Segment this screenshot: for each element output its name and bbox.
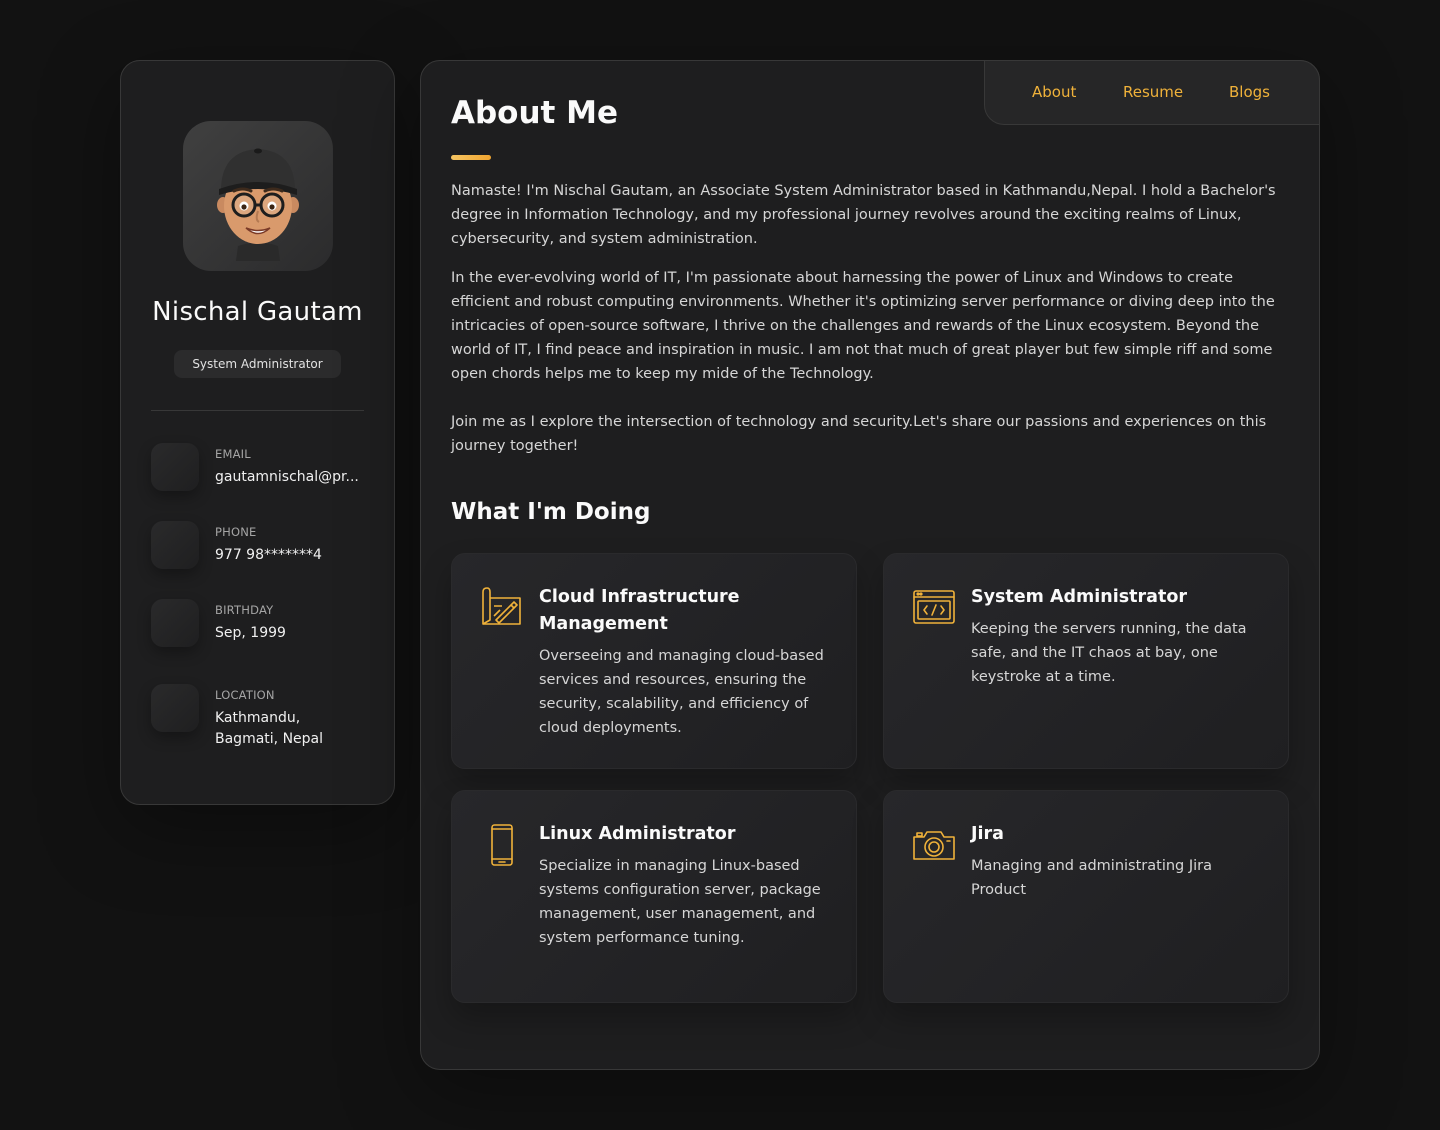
- sidebar-separator: [151, 410, 364, 411]
- service-title: Linux Administrator: [539, 824, 736, 844]
- email-link[interactable]: gautamnischal@pr...: [215, 467, 366, 488]
- main-content: About Resume Blogs About Me Namaste! I'm…: [420, 60, 1320, 1070]
- title-underline: [451, 155, 491, 160]
- mobile-phone-icon: [491, 824, 513, 866]
- location-value: Kathmandu, Bagmati, Nepal: [215, 710, 324, 747]
- page-title: About Me: [451, 95, 619, 131]
- location-icon: [151, 684, 199, 732]
- service-title: System Administrator: [971, 587, 1187, 607]
- calendar-icon: [151, 599, 199, 647]
- profile-name: Nischal Gautam: [152, 297, 363, 327]
- service-card-jira: Jira Managing and administrating Jira Pr…: [883, 790, 1289, 1003]
- service-card-linux: Linux Administrator Specialize in managi…: [451, 790, 857, 1003]
- about-paragraph-1: Namaste! I'm Nischal Gautam, an Associat…: [451, 183, 1276, 247]
- navbar: About Resume Blogs: [984, 60, 1320, 125]
- birthday-value: Sep, 1999: [215, 625, 286, 641]
- service-description: Keeping the servers running, the data sa…: [971, 621, 1247, 685]
- service-card-cloud: Cloud Infrastructure Management Overseei…: [451, 553, 857, 769]
- about-paragraph-2: In the ever-evolving world of IT, I'm pa…: [451, 270, 1275, 382]
- service-description: Specialize in managing Linux-based syste…: [539, 858, 821, 946]
- contact-label: EMAIL: [215, 447, 251, 461]
- service-description: Managing and administrating Jira Product: [971, 858, 1213, 898]
- service-title: Cloud Infrastructure Management: [539, 587, 740, 634]
- contact-label: BIRTHDAY: [215, 603, 274, 617]
- service-description: Overseeing and managing cloud-based serv…: [539, 648, 824, 736]
- camera-icon: [913, 831, 955, 860]
- mail-icon: [151, 443, 199, 491]
- code-window-icon: [913, 590, 955, 624]
- avatar: [183, 121, 333, 271]
- nav-blogs[interactable]: Blogs: [1229, 61, 1270, 124]
- phone-link[interactable]: 977 98*******4: [215, 545, 366, 566]
- contact-label: PHONE: [215, 525, 257, 539]
- about-paragraph-3: Join me as I explore the intersection of…: [451, 414, 1267, 454]
- service-title: Jira: [971, 824, 1004, 844]
- phone-icon: [151, 521, 199, 569]
- nav-about[interactable]: About: [1032, 61, 1076, 124]
- memoji-avatar-icon: [217, 148, 299, 261]
- profile-sidebar: Nischal Gautam System Administrator EMAI…: [120, 60, 395, 805]
- design-drawing-icon: [482, 587, 521, 625]
- section-title: What I'm Doing: [451, 499, 651, 525]
- contact-label: LOCATION: [215, 688, 275, 702]
- service-card-sysadmin: System Administrator Keeping the servers…: [883, 553, 1289, 769]
- nav-resume[interactable]: Resume: [1123, 61, 1183, 124]
- profile-title-badge: System Administrator: [174, 350, 341, 378]
